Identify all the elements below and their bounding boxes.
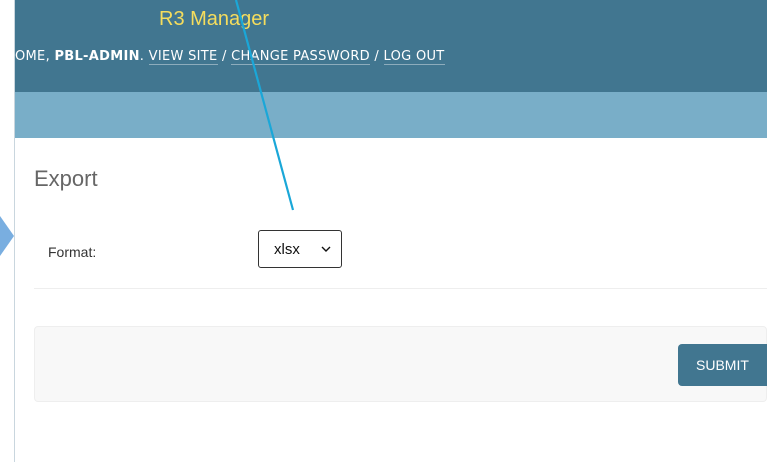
welcome-prefix: OME,	[15, 49, 55, 64]
view-site-link[interactable]: VIEW SITE	[148, 49, 218, 65]
user-tools: OME, PBL-ADMIN. VIEW SITE / CHANGE PASSW…	[15, 49, 445, 65]
breadcrumb-bar	[15, 92, 767, 138]
submit-button[interactable]: SUBMIT	[678, 344, 767, 386]
separator: /	[217, 49, 232, 64]
username: PBL-ADMIN	[54, 49, 140, 64]
change-password-link[interactable]: CHANGE PASSWORD	[231, 49, 370, 65]
format-select-value: xlsx	[274, 241, 300, 258]
arrow-right-icon	[0, 216, 14, 256]
site-header: R3 Manager OME, PBL-ADMIN. VIEW SITE / C…	[15, 0, 767, 92]
site-title: R3 Manager	[159, 8, 270, 30]
submit-row: SUBMIT	[34, 326, 767, 402]
separator: /	[370, 49, 384, 64]
log-out-link[interactable]: LOG OUT	[383, 49, 445, 65]
admin-export-page: R3 Manager OME, PBL-ADMIN. VIEW SITE / C…	[0, 0, 767, 462]
format-label: Format:	[48, 244, 97, 260]
format-form-row: Format: xlsx	[34, 220, 767, 289]
main-content: Export Format: xlsx SUBMIT	[15, 138, 767, 462]
page-title: Export	[34, 166, 98, 191]
chevron-down-icon	[320, 242, 332, 260]
format-select[interactable]: xlsx	[258, 230, 342, 268]
welcome-suffix: .	[139, 49, 149, 64]
